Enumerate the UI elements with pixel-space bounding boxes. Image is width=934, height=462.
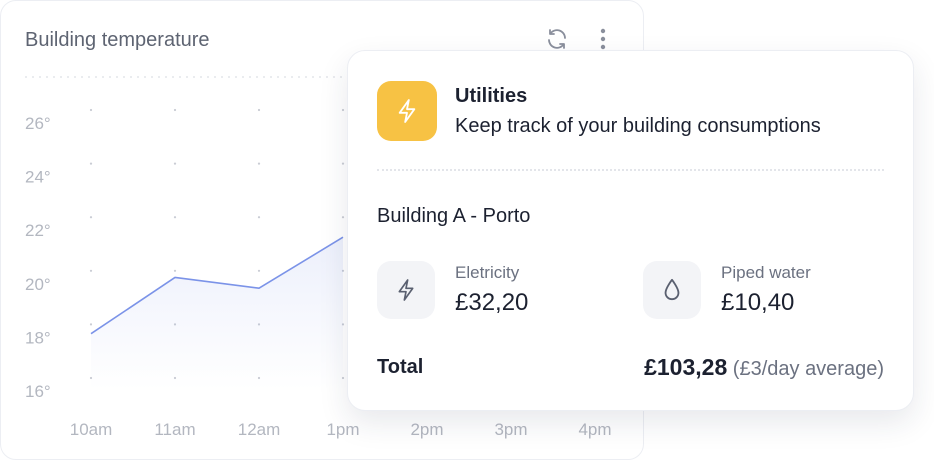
total-average: (£3/day average) <box>732 358 884 380</box>
divider <box>377 169 884 171</box>
grid-dot <box>89 323 93 326</box>
grid-dot <box>173 108 177 112</box>
x-tick-label: 2pm <box>410 420 443 439</box>
grid-dot <box>341 162 345 165</box>
total-label: Total <box>377 356 424 378</box>
refresh-icon[interactable] <box>543 25 571 53</box>
grid-dot <box>89 108 93 112</box>
water-metric: Piped water £10,40 <box>643 261 883 321</box>
electricity-label: Eletricity <box>455 263 520 282</box>
grid-dot <box>173 162 177 165</box>
utilities-card: Utilities Keep track of your building co… <box>347 50 914 411</box>
water-value: £10,40 <box>721 289 795 316</box>
x-tick-label: 1pm <box>326 420 359 439</box>
y-tick-label: 20° <box>25 275 51 294</box>
grid-dot <box>173 216 177 219</box>
water-icon-tile <box>643 261 701 319</box>
x-tick-label: 3pm <box>494 420 527 439</box>
grid-dot <box>257 108 261 112</box>
more-vertical-icon[interactable] <box>589 25 617 53</box>
electricity-icon-tile <box>377 261 435 319</box>
chart-title: Building temperature <box>25 29 210 51</box>
grid-dot <box>173 269 177 272</box>
x-tick-label: 4pm <box>578 420 611 439</box>
total-amount: £103,28 <box>644 354 728 380</box>
utilities-subtitle: Keep track of your building consumptions <box>455 115 821 137</box>
grid-dot <box>341 216 345 219</box>
y-tick-label: 16° <box>25 382 51 401</box>
utilities-title: Utilities <box>455 85 528 107</box>
grid-dot <box>257 269 261 272</box>
x-tick-label: 12am <box>238 420 281 439</box>
lightning-icon <box>398 99 416 123</box>
grid-dot <box>89 216 93 219</box>
x-tick-label: 11am <box>154 420 195 439</box>
total-value-row: £103,28 (£3/day average) <box>644 354 884 381</box>
y-tick-label: 26° <box>25 114 51 133</box>
grid-dot <box>89 162 93 165</box>
electricity-value: £32,20 <box>455 289 529 316</box>
y-tick-label: 22° <box>25 221 51 240</box>
grid-dot <box>89 269 93 272</box>
y-tick-label: 24° <box>25 168 51 187</box>
grid-dot <box>257 162 261 165</box>
utilities-icon-tile <box>377 81 437 141</box>
water-drop-icon <box>664 278 680 301</box>
electricity-metric: Eletricity £32,20 <box>377 261 617 321</box>
chart-actions <box>543 25 617 53</box>
grid-dot <box>257 216 261 219</box>
grid-dot <box>341 108 345 112</box>
lightning-icon <box>398 279 414 301</box>
x-tick-label: 10am <box>70 420 113 439</box>
building-name: Building A - Porto <box>377 205 531 227</box>
y-tick-label: 18° <box>25 328 51 347</box>
water-label: Piped water <box>721 263 811 282</box>
